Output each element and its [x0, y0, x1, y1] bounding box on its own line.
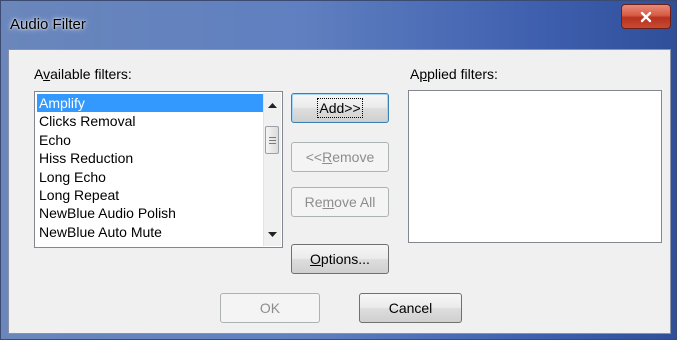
- add-button[interactable]: Add>>: [291, 93, 389, 123]
- close-button[interactable]: [621, 4, 671, 29]
- vertical-scrollbar[interactable]: [263, 93, 281, 246]
- list-item-long-echo[interactable]: Long Echo: [37, 168, 263, 186]
- ok-button[interactable]: OK: [220, 293, 320, 323]
- list-item-echo[interactable]: Echo: [37, 131, 263, 149]
- available-filters-list[interactable]: Amplify Clicks Removal Echo Hiss Reducti…: [34, 91, 283, 248]
- triangle-down-icon: [268, 231, 277, 237]
- available-filters-label: Available filters:: [34, 66, 132, 82]
- list-item-newblue-audio-polish[interactable]: NewBlue Audio Polish: [37, 204, 263, 222]
- remove-button[interactable]: <<Remove: [291, 142, 389, 172]
- list-item-clicks-removal[interactable]: Clicks Removal: [37, 112, 263, 130]
- list-item-amplify[interactable]: Amplify: [37, 94, 263, 113]
- list-item-long-repeat[interactable]: Long Repeat: [37, 186, 263, 204]
- dialog-body: Available filters: Amplify Clicks Remova…: [8, 49, 671, 334]
- remove-all-button[interactable]: Remove All: [291, 187, 389, 217]
- audio-filter-window: Audio Filter Available filters: Amplify …: [0, 0, 677, 340]
- close-x-icon: [640, 11, 652, 22]
- list-item-hiss-reduction[interactable]: Hiss Reduction: [37, 149, 263, 167]
- scroll-up-button[interactable]: [264, 96, 281, 113]
- applied-filters-label: Applied filters:: [410, 66, 498, 82]
- triangle-up-icon: [268, 102, 277, 108]
- window-title: Audio Filter: [10, 16, 86, 33]
- applied-filters-list[interactable]: [408, 90, 662, 243]
- options-button[interactable]: Options...: [291, 244, 389, 274]
- title-bar[interactable]: Audio Filter: [1, 1, 676, 48]
- cancel-button[interactable]: Cancel: [359, 293, 462, 323]
- list-item-newblue-auto-mute[interactable]: NewBlue Auto Mute: [37, 223, 263, 241]
- scrollbar-thumb[interactable]: [265, 126, 279, 154]
- scroll-down-button[interactable]: [264, 226, 281, 243]
